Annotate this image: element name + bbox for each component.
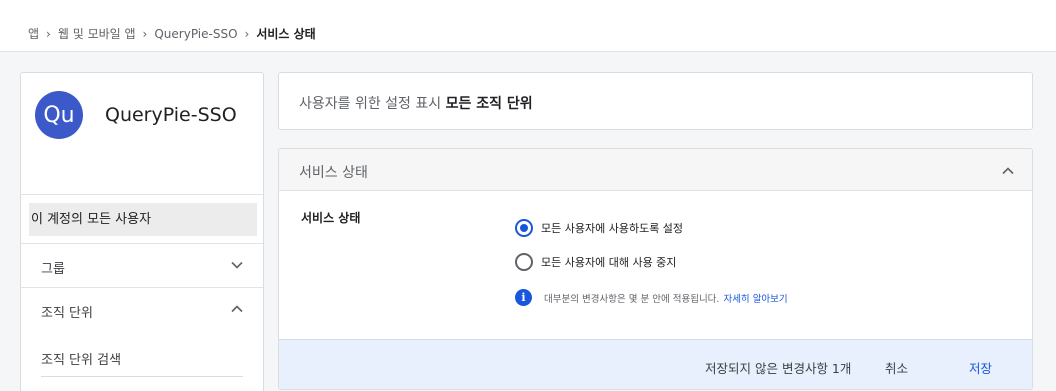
learn-more-link[interactable]: 자세히 알아보기 [723,291,787,305]
service-status-card: 서비스 상태 서비스 상태 모든 사용자에 사용하도록 설정 모든 사용자에 대… [278,148,1033,390]
breadcrumb: 앱 › 웹 및 모바일 앱 › QueryPie-SSO › 서비스 상태 [28,25,316,42]
service-status-label: 서비스 상태 [301,211,361,225]
service-status-title: 서비스 상태 [299,165,368,181]
service-status-header[interactable]: 서비스 상태 [279,149,1032,191]
settings-scope-text: 사용자를 위한 설정 표시 모든 조직 단위 [299,93,533,113]
radio-disable-all[interactable]: 모든 사용자에 대해 사용 중지 [515,253,676,271]
radio-disable-all-label: 모든 사용자에 대해 사용 중지 [541,256,677,269]
save-bar: 저장되지 않은 변경사항 1개 취소 저장 [279,339,1032,389]
radio-unchecked-icon [515,253,533,271]
info-icon: i [515,289,532,306]
breadcrumb-web-mobile-apps[interactable]: 웹 및 모바일 앱 [58,25,136,42]
sidebar-item-label: 그룹 [41,262,65,277]
settings-scope-card: 사용자를 위한 설정 표시 모든 조직 단위 [278,72,1033,130]
sidebar-item-label: 조직 단위 [41,306,93,321]
breadcrumb-bar: 앱 › 웹 및 모바일 앱 › QueryPie-SSO › 서비스 상태 [0,0,1056,52]
app-name: QueryPie-SSO [105,104,237,126]
breadcrumb-separator-icon: › [142,26,148,41]
chevron-up-icon [231,305,243,313]
cancel-button[interactable]: 취소 [885,358,908,377]
chevron-up-icon [1002,167,1014,175]
app-header: Qu QueryPie-SSO [21,73,263,195]
chevron-down-icon [231,261,243,269]
sidebar-item-groups[interactable]: 그룹 [21,243,263,287]
info-note: i 대부분의 변경사항은 몇 분 안에 적용됩니다. 자세히 알아보기 [515,289,788,306]
org-unit-search-input[interactable] [41,345,243,377]
breadcrumb-separator-icon: › [46,26,51,41]
save-button[interactable]: 저장 [969,358,992,377]
breadcrumb-querypie-sso[interactable]: QueryPie-SSO [154,27,237,41]
app-avatar: Qu [35,91,83,139]
radio-enable-all-label: 모든 사용자에 사용하도록 설정 [541,222,684,235]
sidebar-item-all-users[interactable]: 이 계정의 모든 사용자 [29,203,257,236]
settings-scope-prefix: 사용자를 위한 설정 표시 [299,96,442,112]
settings-scope-org: 모든 조직 단위 [445,96,533,112]
breadcrumb-current: 서비스 상태 [256,27,316,41]
app-sidebar-card: Qu QueryPie-SSO 이 계정의 모든 사용자 그룹 조직 단위 [20,72,264,391]
radio-enable-all[interactable]: 모든 사용자에 사용하도록 설정 [515,219,683,237]
unsaved-changes-text: 저장되지 않은 변경사항 1개 [705,361,852,376]
sidebar-item-org-units[interactable]: 조직 단위 [21,287,263,331]
breadcrumb-separator-icon: › [244,26,250,41]
radio-checked-icon [515,219,533,237]
info-text: 대부분의 변경사항은 몇 분 안에 적용됩니다. [544,293,720,305]
breadcrumb-apps[interactable]: 앱 [28,25,39,42]
